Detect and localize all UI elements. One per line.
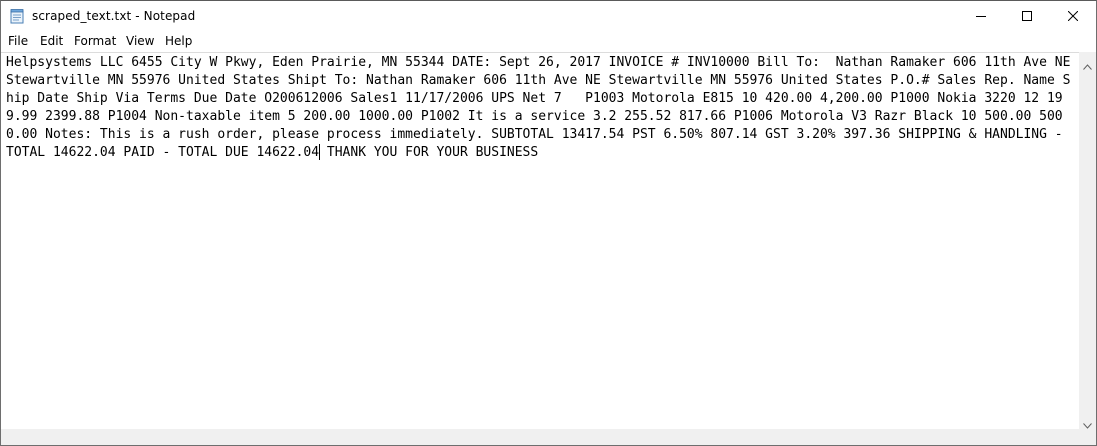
notepad-window: scraped_text.txt - Notepad File Edit For… xyxy=(0,0,1097,446)
maximize-icon xyxy=(1022,8,1032,26)
menu-view[interactable]: View xyxy=(124,34,156,48)
menu-format[interactable]: Format xyxy=(72,34,118,48)
text-caret xyxy=(319,144,320,160)
menu-file[interactable]: File xyxy=(6,34,30,48)
document-text[interactable]: Helpsystems LLC 6455 City W Pkwy, Eden P… xyxy=(6,54,1078,162)
title-bar[interactable]: scraped_text.txt - Notepad xyxy=(1,1,1096,32)
horizontal-scrollbar[interactable] xyxy=(1,429,1079,445)
menu-edit[interactable]: Edit xyxy=(38,34,65,48)
close-button[interactable] xyxy=(1050,1,1096,32)
chevron-up-icon[interactable] xyxy=(1083,57,1092,75)
menu-bar: File Edit Format View Help xyxy=(1,32,1096,52)
vertical-scrollbar[interactable] xyxy=(1079,52,1096,429)
minimize-icon xyxy=(976,8,986,26)
notepad-icon[interactable] xyxy=(10,9,24,24)
scrollbar-corner xyxy=(1079,429,1096,445)
text-editor[interactable]: Helpsystems LLC 6455 City W Pkwy, Eden P… xyxy=(1,52,1079,430)
menu-help[interactable]: Help xyxy=(163,34,194,48)
minimize-button[interactable] xyxy=(958,1,1004,32)
maximize-button[interactable] xyxy=(1004,1,1050,32)
close-icon xyxy=(1067,8,1079,26)
window-title: scraped_text.txt - Notepad xyxy=(32,9,196,23)
